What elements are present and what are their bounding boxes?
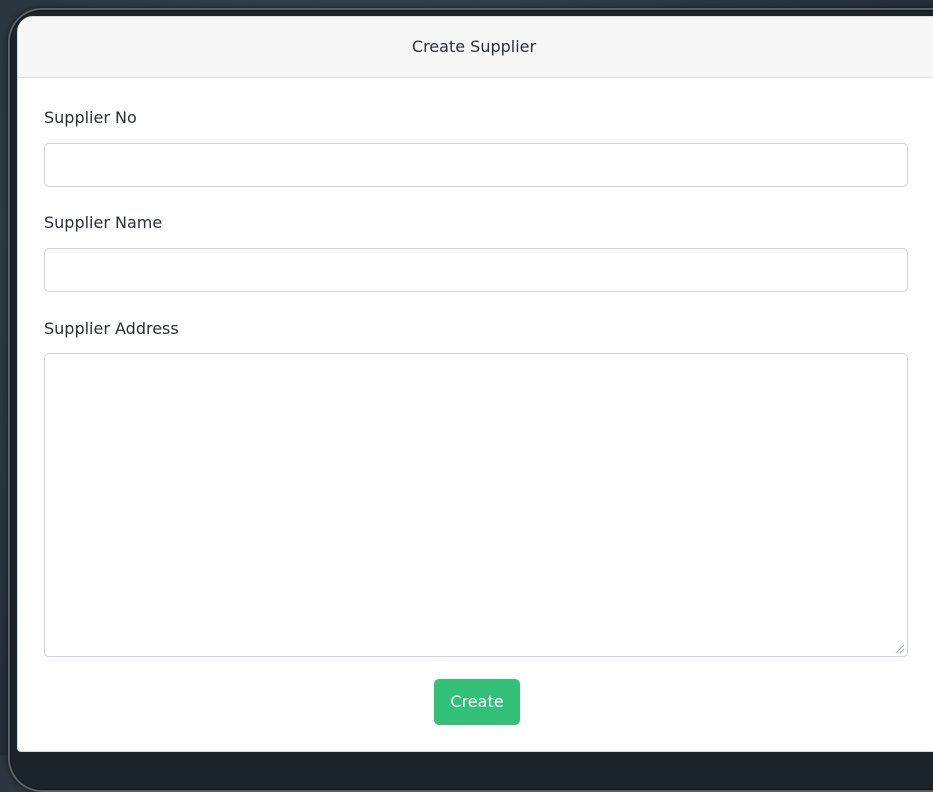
supplier-name-label: Supplier Name [44,213,163,232]
card-header-title: Create Supplier [18,17,933,78]
supplier-address-textarea[interactable] [44,353,908,657]
supplier-address-label: Supplier Address [44,319,179,338]
create-supplier-card: Create Supplier Supplier No Supplier Nam… [17,16,933,752]
supplier-no-label: Supplier No [44,108,137,127]
supplier-no-input[interactable] [44,143,908,187]
create-button[interactable]: Create [434,679,520,725]
supplier-name-input[interactable] [44,248,908,292]
resize-grip-icon[interactable] [893,642,905,654]
